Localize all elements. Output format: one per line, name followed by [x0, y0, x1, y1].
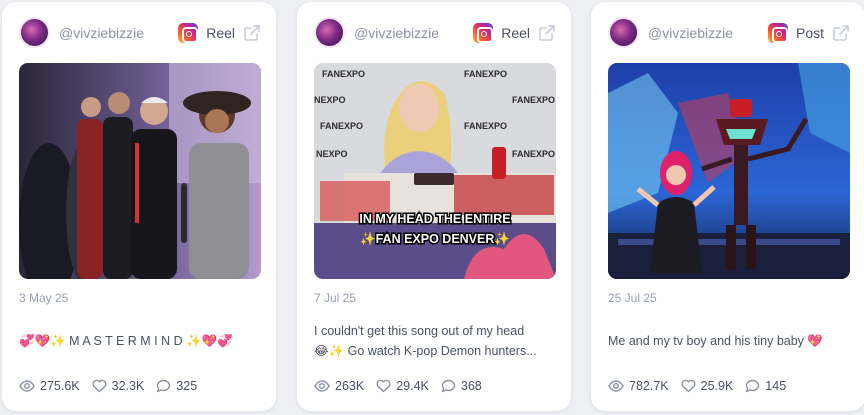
external-link-icon[interactable]: [538, 24, 556, 42]
account-handle[interactable]: @vivziebizzie: [648, 25, 733, 41]
caption-line: I couldn't get this song out of my head: [314, 324, 525, 338]
post-header: @vivziebizzie Reel: [19, 17, 261, 49]
instagram-icon: [178, 23, 199, 43]
caption-line: 💞💖✨ M A S T E R M I N D ✨💖💞: [19, 334, 233, 348]
svg-text:FANEXPO: FANEXPO: [320, 121, 363, 131]
svg-text:FANEXPO: FANEXPO: [322, 69, 365, 79]
post-date: 3 May 25: [19, 291, 69, 305]
post-header: @vivziebizzie Post: [608, 17, 850, 49]
comments-count: 145: [765, 379, 787, 393]
views-count: 275.6K: [40, 379, 80, 393]
likes-count: 29.4K: [396, 379, 429, 393]
post-date: 25 Jul 25: [608, 291, 657, 305]
views-count: 782.7K: [629, 379, 669, 393]
comment-icon: [441, 379, 456, 393]
instagram-icon: [767, 23, 788, 43]
views-stat: 782.7K: [608, 379, 669, 393]
post-stats: 782.7K 25.9K 145: [608, 377, 798, 395]
comments-stat: 325: [156, 379, 197, 393]
svg-text:NEXPO: NEXPO: [316, 149, 348, 159]
likes-count: 25.9K: [700, 379, 734, 393]
post-date: 7 Jul 25: [314, 291, 357, 305]
external-link-icon[interactable]: [243, 24, 261, 42]
animated-backdrop-photo: [608, 63, 850, 279]
svg-text:NEXPO: NEXPO: [314, 95, 346, 105]
heart-icon: [376, 379, 391, 393]
svg-text:FANEXPO: FANEXPO: [464, 69, 507, 79]
crowd-photo: [19, 63, 261, 279]
post-type-label: Reel: [206, 25, 235, 41]
likes-count: 32.3K: [111, 379, 145, 393]
caption-line: 😂✨ Go watch K-pop Demon hunters...: [314, 344, 537, 358]
avatar[interactable]: [19, 17, 50, 48]
account-handle[interactable]: @vivziebizzie: [59, 25, 144, 41]
comments-stat: 368: [441, 379, 482, 393]
heart-icon: [681, 379, 696, 393]
views-count: 263K: [335, 379, 365, 393]
overlay-text-line: IN MY HEAD THE ENTIRE: [359, 212, 510, 226]
svg-text:FANEXPO: FANEXPO: [512, 149, 555, 159]
comment-icon: [157, 379, 171, 393]
post-card[interactable]: @vivziebizzie Post 25 Jul 25 Me and my t…: [591, 2, 864, 411]
likes-stat: 29.4K: [376, 379, 429, 393]
post-media[interactable]: [19, 63, 261, 279]
post-type: Post: [767, 22, 850, 44]
eye-icon: [19, 380, 35, 392]
post-header: @vivziebizzie Reel: [314, 17, 556, 49]
post-type: Reel: [178, 22, 261, 44]
post-caption: I couldn't get this song out of my head …: [314, 321, 554, 361]
comment-icon: [746, 379, 760, 393]
avatar[interactable]: [314, 17, 345, 48]
post-card[interactable]: @vivziebizzie Reel FANEXPO FANEXPO NEXPO F…: [297, 2, 571, 411]
post-stats: 275.6K 32.3K 325: [19, 377, 209, 395]
instagram-icon: [473, 23, 494, 43]
post-type-label: Post: [795, 25, 824, 41]
post-caption: Me and my tv boy and his tiny baby 💖: [608, 331, 848, 351]
likes-stat: 25.9K: [681, 379, 734, 393]
post-type-label: Reel: [501, 25, 530, 41]
avatar[interactable]: [608, 17, 639, 48]
comments-stat: 145: [745, 379, 786, 393]
post-media[interactable]: FANEXPO FANEXPO NEXPO FANEXPO FANEXPO FANEX…: [314, 63, 556, 279]
post-card[interactable]: @vivziebizzie Reel 3 May 25 💞💖✨ M A S T …: [2, 2, 276, 411]
post-media[interactable]: [608, 63, 850, 279]
post-type: Reel: [473, 22, 556, 44]
eye-icon: [608, 380, 624, 392]
post-caption: 💞💖✨ M A S T E R M I N D ✨💖💞: [19, 331, 259, 351]
svg-text:FANEXPO: FANEXPO: [464, 121, 507, 131]
likes-stat: 32.3K: [92, 379, 145, 393]
svg-text:FANEXPO: FANEXPO: [512, 95, 555, 105]
account-handle[interactable]: @vivziebizzie: [354, 25, 439, 41]
comments-count: 325: [176, 379, 198, 393]
fan-expo-photo: FANEXPO FANEXPO NEXPO FANEXPO FANEXPO FANEX…: [314, 63, 556, 279]
overlay-text-line: ✨FAN EXPO DENVER✨: [360, 232, 510, 246]
views-stat: 263K: [314, 379, 364, 393]
comments-count: 368: [460, 379, 482, 393]
external-link-icon[interactable]: [832, 24, 850, 42]
views-stat: 275.6K: [19, 379, 80, 393]
post-stats: 263K 29.4K 368: [314, 377, 494, 395]
eye-icon: [314, 380, 330, 392]
heart-icon: [92, 379, 107, 393]
caption-line: Me and my tv boy and his tiny baby 💖: [608, 334, 823, 348]
